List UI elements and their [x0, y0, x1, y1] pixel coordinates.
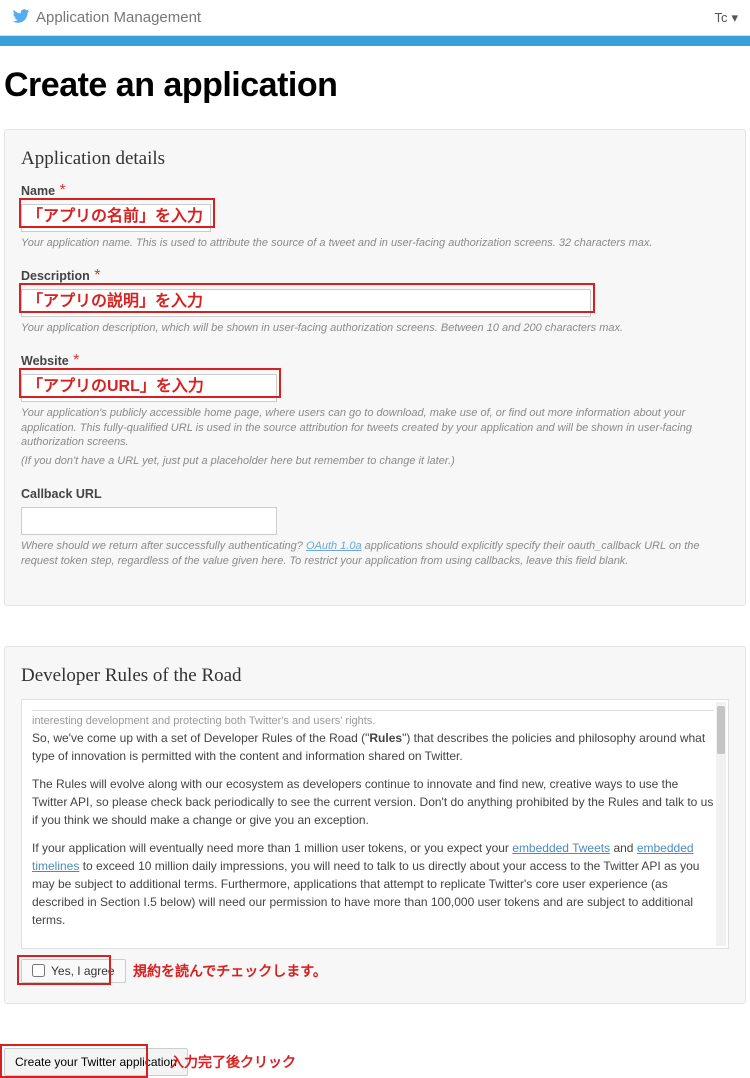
rules-paragraph-intro: So, we've come up with a set of Develope…: [32, 729, 714, 765]
callback-input[interactable]: [21, 507, 277, 535]
description-input[interactable]: [21, 289, 591, 317]
website-help-2: (If you don't have a URL yet, just put a…: [21, 454, 729, 469]
agree-button[interactable]: Yes, I agree: [21, 959, 126, 983]
app-management-title: Application Management: [36, 9, 201, 26]
required-marker: *: [94, 267, 100, 284]
annotation-text-submit: 入力完了後クリック: [170, 1052, 296, 1072]
rules-paragraph-limits: If your application will eventually need…: [32, 839, 714, 929]
topbar: Application Management Tc ▾: [0, 0, 750, 36]
callback-label: Callback URL: [21, 487, 102, 501]
developer-rules-panel: Developer Rules of the Road interesting …: [4, 646, 746, 1004]
blue-divider-bar: [0, 36, 750, 46]
application-details-panel: Application details Name * 「アプリの名前」を入力 Y…: [4, 129, 746, 606]
rules-heading: Developer Rules of the Road: [21, 665, 729, 687]
chevron-down-icon: ▾: [731, 10, 738, 26]
name-input[interactable]: [21, 204, 211, 232]
embedded-tweets-link[interactable]: embedded Tweets: [512, 841, 610, 855]
callback-field-row: Callback URL Where should we return afte…: [21, 485, 729, 569]
description-help: Your application description, which will…: [21, 321, 729, 336]
required-marker: *: [60, 182, 66, 199]
website-input[interactable]: [21, 374, 277, 402]
topbar-right-menu[interactable]: Tc ▾: [714, 10, 738, 26]
rules-p1-bold: Rules: [369, 731, 402, 745]
rules-scroll-thumb[interactable]: [717, 706, 725, 754]
website-help-1: Your application's publicly accessible h…: [21, 406, 729, 451]
website-field-row: Website * 「アプリのURL」を入力 Your application'…: [21, 352, 729, 469]
rules-truncated-line: interesting development and protecting b…: [32, 713, 714, 730]
required-marker: *: [73, 352, 79, 369]
name-label: Name: [21, 184, 55, 198]
page-title: Create an application: [0, 46, 750, 129]
agree-row: Yes, I agree 規約を読んでチェックします。: [21, 959, 729, 983]
twitter-bird-icon: [12, 7, 30, 29]
agree-label: Yes, I agree: [51, 964, 115, 978]
agree-checkbox[interactable]: [32, 964, 45, 977]
description-field-row: Description * 「アプリの説明」を入力 Your applicati…: [21, 267, 729, 336]
callback-help: Where should we return after successfull…: [21, 539, 729, 569]
topbar-left: Application Management: [12, 7, 201, 29]
submit-row: Create your Twitter application 入力完了後クリッ…: [0, 1048, 750, 1076]
rules-paragraph-evolve: The Rules will evolve along with our eco…: [32, 775, 714, 829]
tc-label: Tc: [714, 10, 727, 25]
app-details-heading: Application details: [21, 148, 729, 170]
description-label: Description: [21, 269, 90, 283]
rules-scroll-area[interactable]: interesting development and protecting b…: [21, 699, 729, 949]
create-application-button[interactable]: Create your Twitter application: [4, 1048, 188, 1076]
name-help: Your application name. This is used to a…: [21, 236, 729, 251]
cut-line: [32, 710, 714, 711]
website-label: Website: [21, 354, 69, 368]
name-field-row: Name * 「アプリの名前」を入力 Your application name…: [21, 182, 729, 251]
callback-help-pre: Where should we return after successfull…: [21, 540, 306, 552]
rules-p3-post: to exceed 10 million daily impressions, …: [32, 859, 699, 927]
oauth-link[interactable]: OAuth 1.0a: [306, 540, 362, 552]
rules-scrollbar[interactable]: [716, 702, 726, 946]
rules-p1-pre: So, we've come up with a set of Develope…: [32, 731, 369, 745]
rules-p3-and: and: [610, 841, 637, 855]
annotation-text-agree: 規約を読んでチェックします。: [133, 961, 327, 981]
rules-p3-pre: If your application will eventually need…: [32, 841, 512, 855]
